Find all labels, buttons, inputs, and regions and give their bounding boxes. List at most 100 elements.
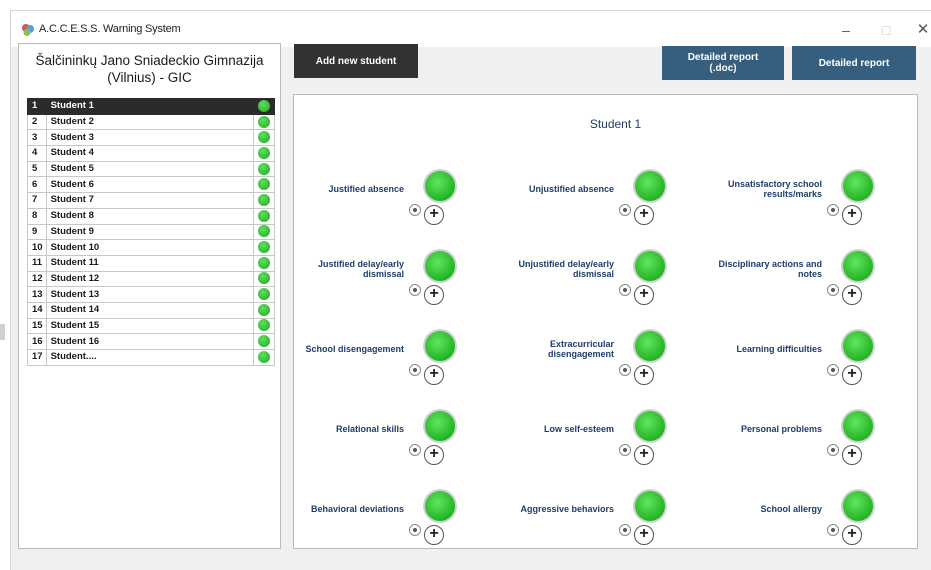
student-status-cell xyxy=(253,207,275,225)
student-number: 3 xyxy=(27,129,47,147)
minimize-button[interactable]: – xyxy=(826,17,866,43)
student-row[interactable]: 2 Student 2 xyxy=(27,113,275,131)
indicator-info-radio[interactable] xyxy=(827,204,839,216)
status-dot-icon xyxy=(258,131,270,144)
student-number: 2 xyxy=(27,113,47,131)
status-dot-icon xyxy=(258,256,270,269)
indicator-info-radio[interactable] xyxy=(619,204,631,216)
student-number: 5 xyxy=(27,160,47,178)
student-name: Student 5 xyxy=(45,160,255,178)
indicator-info-radio[interactable] xyxy=(827,364,839,376)
add-student-button[interactable]: Add new student xyxy=(294,44,418,78)
indicator-add-button[interactable]: + xyxy=(634,205,654,225)
indicator-label: School allergy xyxy=(760,504,822,514)
background-window-edge xyxy=(0,324,5,340)
student-row[interactable]: 1 Student 1 xyxy=(27,98,275,115)
indicator-add-button[interactable]: + xyxy=(634,365,654,385)
student-row[interactable]: 7 Student 7 xyxy=(27,192,275,209)
indicator-status-light xyxy=(425,411,455,441)
student-row[interactable]: 4 Student 4 xyxy=(27,145,275,162)
student-name: Student 16 xyxy=(45,333,255,350)
indicator-add-button[interactable]: + xyxy=(842,205,862,225)
student-row[interactable]: 14 Student 14 xyxy=(27,301,275,319)
title-bar[interactable]: A.C.C.E.S.S. Warning System – □ ✕ xyxy=(11,11,931,47)
indicator-label: Learning difficulties xyxy=(736,344,822,354)
indicator-status-light xyxy=(635,491,665,521)
close-button[interactable]: ✕ xyxy=(903,17,931,43)
detailed-report-doc-button[interactable]: Detailed report (.doc) xyxy=(662,46,784,80)
indicator-add-button[interactable]: + xyxy=(424,525,444,545)
student-row[interactable]: 9 Student 9 xyxy=(27,223,275,241)
student-number: 9 xyxy=(27,223,47,241)
indicator-add-button[interactable]: + xyxy=(634,525,654,545)
indicator-info-radio[interactable] xyxy=(619,444,631,456)
student-row[interactable]: 13 Student 13 xyxy=(27,286,275,303)
app-icon xyxy=(22,24,34,36)
indicator-status-light xyxy=(635,331,665,361)
student-row[interactable]: 11 Student 11 xyxy=(27,254,275,272)
student-row[interactable]: 12 Student 12 xyxy=(27,270,275,288)
student-number: 17 xyxy=(27,349,47,366)
indicator-add-button[interactable]: + xyxy=(842,285,862,305)
indicator-add-button[interactable]: + xyxy=(424,445,444,465)
indicator-info-radio[interactable] xyxy=(827,284,839,296)
student-list-panel: Šalčininkų Jano Sniadeckio Gimnazija (Vi… xyxy=(18,43,281,549)
indicator-status-light xyxy=(843,251,873,281)
student-row[interactable]: 15 Student 15 xyxy=(27,317,275,335)
school-name-line1: Šalčininkų Jano Sniadeckio Gimnazija xyxy=(35,53,264,68)
indicator-info-radio[interactable] xyxy=(409,364,421,376)
indicator-add-button[interactable]: + xyxy=(634,445,654,465)
indicator-add-button[interactable]: + xyxy=(424,365,444,385)
indicator-label: Extracurricular disengagement xyxy=(547,339,614,359)
indicator-status-light xyxy=(425,491,455,521)
status-dot-icon xyxy=(258,288,270,301)
student-status-cell xyxy=(253,145,275,162)
student-number: 13 xyxy=(27,286,47,303)
student-row[interactable]: 10 Student 10 xyxy=(27,239,275,256)
student-row[interactable]: 17 Student.... xyxy=(27,349,275,366)
indicator-info-radio[interactable] xyxy=(619,284,631,296)
indicator-add-button[interactable]: + xyxy=(842,445,862,465)
status-dot-icon xyxy=(258,335,270,348)
student-status-cell xyxy=(253,113,275,131)
indicator-add-button[interactable]: + xyxy=(842,365,862,385)
indicator-info-radio[interactable] xyxy=(409,284,421,296)
indicator-info-radio[interactable] xyxy=(409,524,421,536)
indicator-status-light xyxy=(843,491,873,521)
student-row[interactable]: 3 Student 3 xyxy=(27,129,275,147)
indicator-status-light xyxy=(635,171,665,201)
detailed-report-button[interactable]: Detailed report xyxy=(792,46,916,80)
status-dot-icon xyxy=(258,99,270,112)
student-number: 12 xyxy=(27,270,47,288)
student-name: Student 1 xyxy=(45,98,255,115)
maximize-button[interactable]: □ xyxy=(866,17,906,43)
status-dot-icon xyxy=(258,209,270,222)
student-row[interactable]: 8 Student 8 xyxy=(27,207,275,225)
student-name: Student 15 xyxy=(45,317,255,335)
indicator-status-light xyxy=(843,331,873,361)
indicator-add-button[interactable]: + xyxy=(424,285,444,305)
indicator-info-radio[interactable] xyxy=(827,524,839,536)
indicator-label: Relational skills xyxy=(335,424,404,434)
student-status-cell xyxy=(253,254,275,272)
student-row[interactable]: 5 Student 5 xyxy=(27,160,275,178)
indicator-add-button[interactable]: + xyxy=(842,525,862,545)
indicator-info-radio[interactable] xyxy=(619,364,631,376)
student-row[interactable]: 6 Student 6 xyxy=(27,176,275,194)
student-number: 7 xyxy=(27,192,47,209)
indicator-label: Aggressive behaviors xyxy=(520,504,614,514)
school-name: Šalčininkų Jano Sniadeckio Gimnazija (Vi… xyxy=(19,52,280,86)
indicator-add-button[interactable]: + xyxy=(634,285,654,305)
student-name: Student 14 xyxy=(45,301,255,319)
student-name: Student 7 xyxy=(45,192,255,209)
student-name: Student 2 xyxy=(45,113,255,131)
indicator-info-radio[interactable] xyxy=(409,204,421,216)
indicator-info-radio[interactable] xyxy=(827,444,839,456)
indicator-label: Unjustified delay/early dismissal xyxy=(518,259,614,279)
indicator-add-button[interactable]: + xyxy=(424,205,444,225)
student-status-cell xyxy=(253,176,275,194)
student-row[interactable]: 16 Student 16 xyxy=(27,333,275,350)
indicator-info-radio[interactable] xyxy=(619,524,631,536)
indicator-info-radio[interactable] xyxy=(409,444,421,456)
indicator-label: Behavioral deviations xyxy=(310,504,404,514)
